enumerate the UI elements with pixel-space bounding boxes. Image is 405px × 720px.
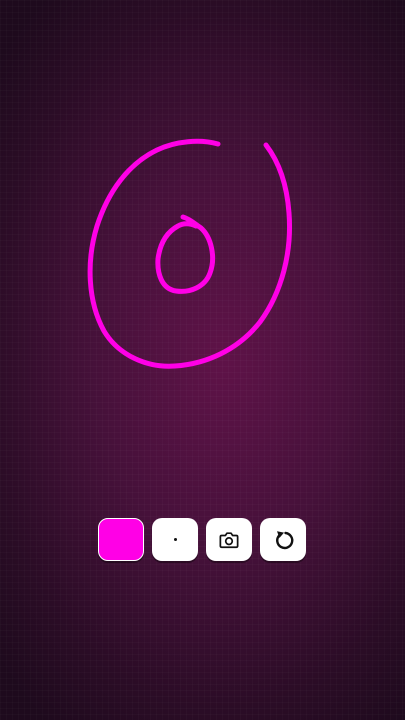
camera-icon — [219, 531, 239, 548]
drawing-toolbar — [98, 518, 306, 561]
color-swatch-button[interactable] — [98, 518, 144, 561]
brush-size-button[interactable] — [152, 518, 198, 561]
drawing-canvas[interactable] — [0, 0, 405, 720]
snapshot-button[interactable] — [206, 518, 252, 561]
reset-button[interactable] — [260, 518, 306, 561]
inner-loop-stroke — [155, 214, 216, 294]
dot-icon — [173, 538, 177, 541]
undo-icon — [276, 530, 294, 549]
outer-loop-stroke — [87, 138, 292, 369]
